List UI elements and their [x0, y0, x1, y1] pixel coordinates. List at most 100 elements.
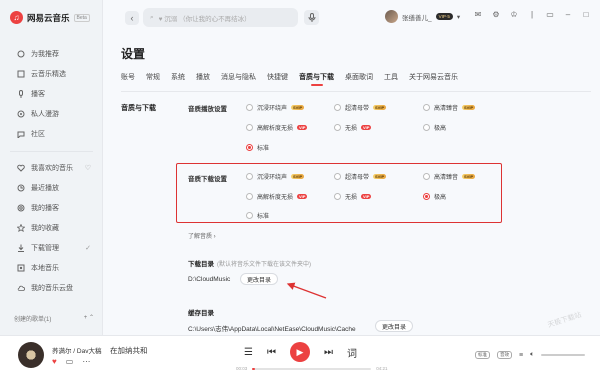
- download-quality-option[interactable]: 无损 VIP: [334, 192, 372, 201]
- right-controls: 标准 音效 ≡ 🔈︎: [475, 351, 586, 359]
- play-quality-option[interactable]: 高清臻音 SVIP: [423, 103, 476, 112]
- tab-account[interactable]: 账号: [121, 72, 135, 86]
- play-quality-option-selected[interactable]: 标准: [246, 143, 269, 152]
- tab-desktop-lyrics[interactable]: 桌面歌词: [345, 72, 373, 86]
- sidebar-item-downloads[interactable]: 下载管理 ✓: [0, 238, 103, 258]
- maximize-icon[interactable]: □: [581, 10, 591, 19]
- option-label: 极高: [434, 126, 447, 132]
- play-quality-option[interactable]: 沉浸环绕声 SVIP: [246, 103, 305, 112]
- radio-button[interactable]: [334, 124, 341, 131]
- tab-playback[interactable]: 播放: [196, 72, 210, 86]
- app-logo[interactable]: ♫ 网易云音乐 Beta: [10, 11, 90, 24]
- download-quality-option[interactable]: 高清臻音 SVIP: [423, 172, 476, 181]
- queue-icon[interactable]: ≡: [519, 352, 523, 359]
- username[interactable]: 张缮善儿_: [402, 12, 432, 22]
- settings-icon[interactable]: ⚙: [491, 10, 501, 19]
- cache-dir-label: 缓存目录: [188, 310, 214, 317]
- album-cover[interactable]: [18, 342, 44, 368]
- watermark: 天极下载站: [546, 311, 583, 330]
- download-quality-option[interactable]: 高解析度无损 VIP: [246, 192, 308, 201]
- heart-icon: [17, 164, 25, 172]
- sidebar-item-community[interactable]: 社区: [0, 124, 103, 144]
- sidebar-divider: [10, 144, 93, 152]
- progress-bar[interactable]: [252, 367, 372, 370]
- chevron-down-icon[interactable]: ▾: [457, 13, 460, 21]
- next-icon[interactable]: ⏭: [324, 347, 333, 358]
- comment-icon[interactable]: ▭: [66, 357, 74, 366]
- radio-button[interactable]: [246, 193, 253, 200]
- sidebar-item-recent[interactable]: 最近播放: [0, 178, 103, 198]
- radio-button[interactable]: [334, 173, 341, 180]
- radio-button[interactable]: [246, 124, 253, 131]
- mail-icon[interactable]: ✉: [473, 10, 483, 19]
- tab-tools[interactable]: 工具: [384, 72, 398, 86]
- tab-general[interactable]: 常规: [146, 72, 160, 86]
- sidebar-item-roam[interactable]: 私人漫游: [0, 104, 103, 124]
- window-controls: ✉ ⚙ ♔ | ▭ – □ ✕: [473, 10, 600, 19]
- back-button[interactable]: ‹: [125, 11, 139, 25]
- sidebar-item-label: 播客: [31, 91, 45, 98]
- mini-mode-icon[interactable]: ▭: [545, 10, 555, 19]
- change-download-dir-button[interactable]: 更改目录: [240, 273, 279, 285]
- tab-about[interactable]: 关于网易云音乐: [409, 72, 458, 86]
- page-title: 设置: [121, 47, 146, 61]
- song-artist[interactable]: 荞满尔 / Dav大稿: [52, 345, 101, 355]
- radio-button-selected[interactable]: [246, 144, 253, 151]
- radio-button[interactable]: [423, 104, 430, 111]
- playlist-actions-icon[interactable]: + ⌃: [84, 314, 94, 323]
- like-icon[interactable]: ♥: [52, 357, 57, 366]
- radio-button[interactable]: [423, 124, 430, 131]
- download-quality-option[interactable]: 标准: [246, 211, 269, 220]
- play-quality-option[interactable]: 高解析度无损 VIP: [246, 123, 308, 132]
- sidebar-item-cloud[interactable]: 我的音乐云盘: [0, 278, 103, 298]
- volume-icon[interactable]: 🔈︎: [530, 351, 534, 359]
- sidebar-item-label: 我喜欢的音乐: [31, 165, 73, 172]
- sidebar-item-liked[interactable]: 我喜欢的音乐 ♡: [0, 158, 103, 178]
- effect-badge[interactable]: 音效: [497, 351, 512, 359]
- playlist-mode-icon[interactable]: ☰: [244, 347, 253, 358]
- download-quality-option-selected[interactable]: 极高: [423, 192, 446, 201]
- tab-shortcuts[interactable]: 快捷键: [267, 72, 288, 86]
- sidebar-item-featured[interactable]: 云音乐精选: [0, 64, 103, 84]
- change-cache-dir-button[interactable]: 更改目录: [375, 320, 414, 332]
- heartbeat-mode-icon[interactable]: ♡: [85, 164, 91, 172]
- radio-button[interactable]: [423, 173, 430, 180]
- play-quality-option[interactable]: 极高: [423, 123, 446, 132]
- tab-messages-privacy[interactable]: 消息与隐私: [221, 72, 256, 86]
- radio-button[interactable]: [334, 193, 341, 200]
- voice-search-button[interactable]: [304, 10, 319, 25]
- sidebar-item-mypodcast[interactable]: 我的播客: [0, 198, 103, 218]
- radio-button[interactable]: [246, 173, 253, 180]
- play-quality-option[interactable]: 无损 VIP: [334, 123, 372, 132]
- search-input[interactable]: ⌕ ♥ 沉溺 （你让我的心不再结冰）: [143, 8, 298, 27]
- vip-badge[interactable]: VIP·5: [435, 13, 453, 20]
- learn-quality-link[interactable]: 了解音质 ›: [188, 231, 216, 240]
- created-playlists-header[interactable]: 创建的歌单(1) + ⌃: [14, 314, 94, 323]
- volume-slider[interactable]: [541, 354, 586, 356]
- option-label: 沉浸环绕声: [257, 106, 288, 112]
- option-label: 高清臻音: [434, 106, 459, 112]
- download-quality-option[interactable]: 沉浸环绕声 SVIP: [246, 172, 305, 181]
- previous-icon[interactable]: ⏮: [267, 347, 276, 358]
- user-profile[interactable]: 张缮善儿_ VIP·5 ▾: [385, 10, 460, 23]
- tab-quality-download[interactable]: 音质与下载: [299, 72, 334, 86]
- sidebar-item-local[interactable]: 本地音乐: [0, 258, 103, 278]
- sidebar-item-collection[interactable]: 我的收藏: [0, 218, 103, 238]
- svip-badge: SVIP: [462, 174, 476, 179]
- more-icon[interactable]: ⋯: [82, 357, 90, 366]
- avatar[interactable]: [385, 10, 398, 23]
- radio-button[interactable]: [246, 104, 253, 111]
- sidebar-item-recommend[interactable]: 为我推荐: [0, 44, 103, 64]
- play-button[interactable]: ▶: [289, 342, 310, 362]
- minimize-icon[interactable]: –: [563, 10, 573, 19]
- radio-button[interactable]: [246, 212, 253, 219]
- radio-button[interactable]: [334, 104, 341, 111]
- sidebar-item-podcast[interactable]: 播客: [0, 84, 103, 104]
- lyrics-icon[interactable]: 词: [347, 345, 357, 360]
- play-quality-option[interactable]: 超清母带 SVIP: [334, 103, 387, 112]
- quality-badge[interactable]: 标准: [475, 351, 490, 359]
- radio-button-selected[interactable]: [423, 193, 430, 200]
- skin-icon[interactable]: ♔: [509, 10, 519, 19]
- download-quality-option[interactable]: 超清母带 SVIP: [334, 172, 387, 181]
- tab-system[interactable]: 系统: [171, 72, 185, 86]
